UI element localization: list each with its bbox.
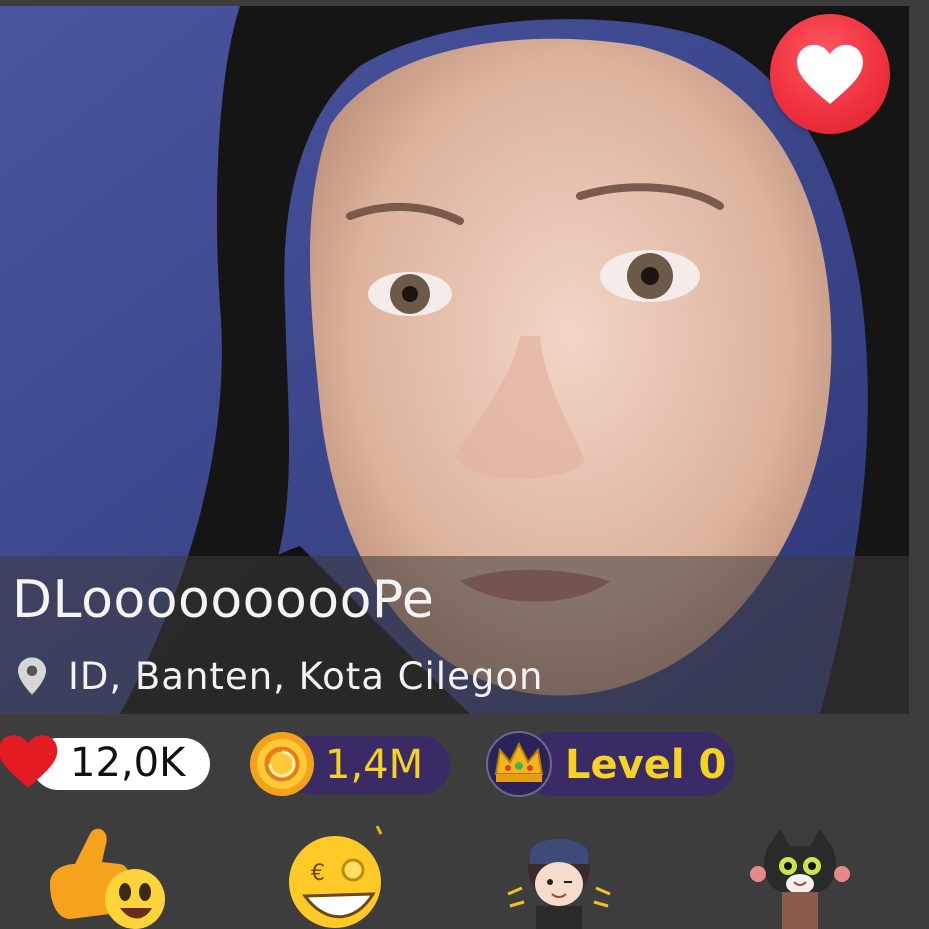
heart-icon [797, 44, 863, 104]
coins-count: 1,4M [325, 742, 424, 788]
favorite-button[interactable] [770, 14, 890, 134]
stats-row: 12,0K 1,4M Level 0 [0, 728, 929, 800]
likes-heart-icon [0, 735, 58, 788]
likes-count: 12,0K [70, 740, 186, 786]
level-text: Level 0 [565, 742, 727, 788]
coin-icon [250, 732, 314, 796]
girl-thumbs-up-sticker[interactable] [500, 824, 618, 929]
money-grin-emoji-sticker[interactable]: € [285, 824, 385, 929]
map-pin-icon [18, 657, 46, 695]
cat-waving-sticker[interactable] [750, 824, 850, 929]
photo-edge [909, 0, 929, 714]
username: DLoooooooooPe [12, 570, 435, 630]
crown-icon [486, 731, 552, 797]
location-text: ID, Banten, Kota Cilegon [68, 654, 544, 698]
location-row: ID, Banten, Kota Cilegon [18, 654, 543, 698]
thumbs-up-emoji-sticker[interactable] [40, 824, 165, 929]
svg-text:€: € [311, 861, 325, 886]
